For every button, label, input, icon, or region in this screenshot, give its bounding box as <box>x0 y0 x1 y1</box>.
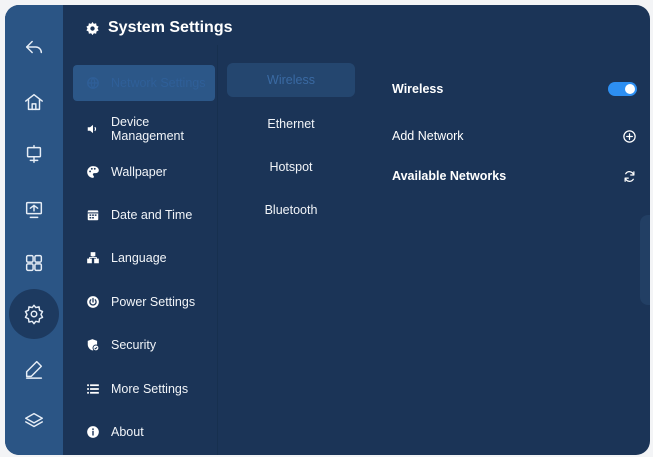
menu-item-label: More Settings <box>111 382 189 396</box>
page-title: System Settings <box>108 19 233 36</box>
layers-button[interactable] <box>14 401 54 441</box>
home-button[interactable] <box>14 82 54 122</box>
easel-icon <box>26 145 42 163</box>
side-drawer-handle[interactable] <box>640 215 650 305</box>
info-icon <box>86 425 100 439</box>
available-networks-label: Available Networks <box>392 169 507 183</box>
refresh-icon[interactable] <box>622 169 637 184</box>
menu-item-more-settings[interactable]: More Settings <box>73 372 215 406</box>
power-icon <box>86 295 100 309</box>
add-circle-icon[interactable] <box>622 129 637 144</box>
menu-item-about[interactable]: About <box>73 415 215 449</box>
menu-item-language[interactable]: Language <box>73 241 215 275</box>
gear-icon <box>86 21 99 35</box>
back-button[interactable] <box>14 27 54 67</box>
settings-button[interactable] <box>9 289 59 339</box>
apps-grid-icon <box>25 254 43 272</box>
menu-item-label: Language <box>111 251 167 265</box>
page-header: System Settings <box>85 19 232 37</box>
menu-item-wallpaper[interactable]: Wallpaper <box>73 155 215 189</box>
annotate-button[interactable] <box>14 349 54 389</box>
palette-icon <box>86 165 100 179</box>
apps-button[interactable] <box>14 243 54 283</box>
tab-bluetooth[interactable]: Bluetooth <box>227 193 355 227</box>
back-arrow-icon <box>25 40 43 54</box>
menu-item-label: Security <box>111 338 157 352</box>
pen-icon <box>25 360 43 379</box>
add-network-label: Add Network <box>392 129 464 143</box>
settings-window: System Settings Network Settings Device … <box>5 5 650 455</box>
layers-icon <box>25 412 43 428</box>
home-icon <box>25 93 43 111</box>
calendar-icon <box>86 208 100 222</box>
gear-icon <box>24 304 44 325</box>
tab-ethernet[interactable]: Ethernet <box>227 107 355 141</box>
list-icon <box>86 382 100 396</box>
menu-divider <box>217 45 218 455</box>
tab-hotspot[interactable]: Hotspot <box>227 150 355 184</box>
add-network-row[interactable]: Add Network <box>392 122 637 150</box>
wireless-label: Wireless <box>392 82 444 96</box>
menu-item-label: Device Management <box>111 115 184 143</box>
menu-item-label: Power Settings <box>111 295 196 309</box>
shield-icon <box>86 338 100 352</box>
available-networks-row: Available Networks <box>392 162 637 190</box>
speaker-icon <box>86 122 100 136</box>
menu-item-security[interactable]: Security <box>73 328 215 362</box>
globe-icon <box>86 76 100 90</box>
tab-wireless[interactable]: Wireless <box>227 63 355 97</box>
wireless-row: Wireless <box>392 75 637 103</box>
left-rail <box>5 5 63 455</box>
menu-item-network-settings[interactable]: Network Settings <box>73 65 215 101</box>
wireless-toggle[interactable] <box>608 82 637 96</box>
language-icon <box>86 251 100 265</box>
whiteboard-button[interactable] <box>14 134 54 174</box>
screen-cast-button[interactable] <box>14 190 54 230</box>
screen-cast-icon <box>25 201 43 219</box>
toggle-knob <box>625 84 635 94</box>
menu-item-label: About <box>111 425 144 439</box>
menu-item-label: Wallpaper <box>111 165 167 179</box>
menu-item-power-settings[interactable]: Power Settings <box>73 285 215 319</box>
menu-item-date-and-time[interactable]: Date and Time <box>73 198 215 232</box>
menu-item-device-management[interactable]: Device Management <box>73 109 215 149</box>
menu-item-label: Date and Time <box>111 208 193 222</box>
menu-item-label: Network Settings <box>111 76 206 90</box>
